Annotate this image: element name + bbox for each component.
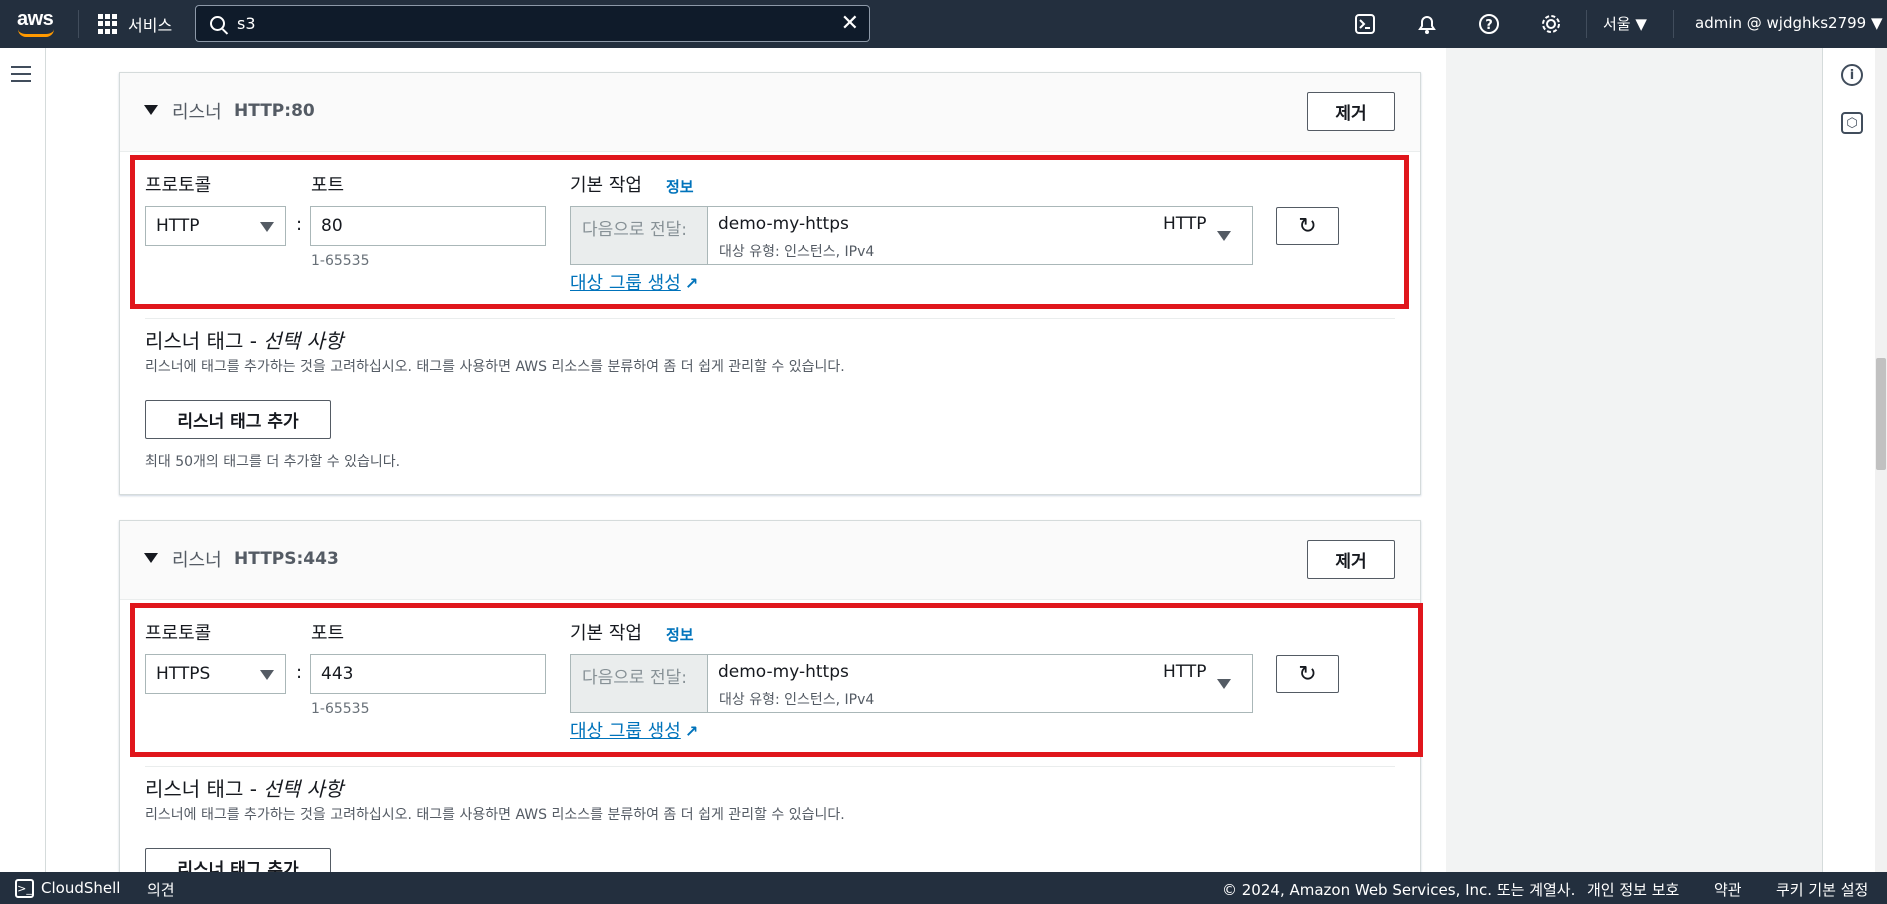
top-navigation: aws 서비스 ✕ ? 서울 ▼ admin @ wjdghks2799 ▼ [0,0,1887,48]
search-icon [210,16,225,31]
listener-heading-label: 리스너 [172,550,222,571]
cloudshell-icon[interactable] [1352,11,1378,37]
bell-icon[interactable] [1414,11,1440,37]
aws-logo[interactable]: aws [17,8,54,31]
tag-limit-hint: 최대 50개의 태그를 더 추가할 수 있습니다. [145,454,401,470]
listener-card-header[interactable]: 리스너 HTTP:80 [120,73,1420,152]
section-divider [145,766,1395,767]
highlight-box [130,155,1409,309]
add-listener-tag-button[interactable]: 리스너 태그 추가 [145,848,331,872]
feedback-link[interactable]: 의견 [147,879,175,900]
nav-divider [78,10,79,38]
section-divider [145,318,1395,319]
aws-logo-smile [18,29,54,37]
privacy-link[interactable]: 개인 정보 보호 [1587,879,1679,900]
account-menu[interactable]: admin @ wjdghks2799 ▼ [1695,14,1883,32]
hexagon-icon[interactable]: ⬡ [1841,112,1863,134]
highlight-box [130,603,1423,757]
listener-heading-value: HTTPS:443 [234,549,339,569]
cloudshell-link[interactable]: CloudShell [41,879,120,897]
collapse-caret-icon[interactable] [144,553,158,563]
remove-listener-button[interactable]: 제거 [1307,92,1395,131]
add-listener-tag-button[interactable]: 리스너 태그 추가 [145,400,331,439]
scrollbar-thumb[interactable] [1876,358,1886,470]
services-menu-button[interactable]: 서비스 [98,12,172,36]
svg-text:?: ? [1485,18,1493,33]
main-content: 리스너 HTTP:80 제거 프로토콜 포트 기본 작업 정보 HTTP : 8… [46,48,1446,872]
hamburger-menu-icon[interactable] [11,66,31,87]
collapse-caret-icon[interactable] [144,105,158,115]
grid-icon [98,14,118,34]
terms-link[interactable]: 약관 [1714,879,1742,900]
services-label: 서비스 [128,16,173,35]
nav-divider [1586,10,1587,38]
listener-tags-title: 리스너 태그 - 선택 사항 [145,777,344,801]
help-icon[interactable]: ? [1476,11,1502,37]
nav-divider [1673,10,1674,38]
clear-search-icon[interactable]: ✕ [841,11,859,36]
listener-tags-title: 리스너 태그 - 선택 사항 [145,329,344,353]
copyright-text: © 2024, Amazon Web Services, Inc. 또는 계열사… [1222,881,1576,899]
cloudshell-icon[interactable]: >_ [15,879,34,898]
listener-card-header[interactable]: 리스너 HTTPS:443 [120,521,1420,600]
search-input[interactable] [237,14,817,33]
listener-heading-value: HTTP:80 [234,101,315,121]
listener-tags-description: 리스너에 태그를 추가하는 것을 고려하십시오. 태그를 사용하면 AWS 리소… [145,807,845,823]
remove-listener-button[interactable]: 제거 [1307,540,1395,579]
left-rail [0,48,46,872]
listener-heading-label: 리스너 [172,102,222,123]
footer: >_ CloudShell 의견 © 2024, Amazon Web Serv… [0,872,1887,904]
gear-icon[interactable] [1538,11,1564,37]
info-panel-icon[interactable]: i [1841,64,1863,86]
search-box[interactable]: ✕ [195,5,870,42]
region-selector[interactable]: 서울 ▼ [1603,13,1647,34]
listener-tags-description: 리스너에 태그를 추가하는 것을 고려하십시오. 태그를 사용하면 AWS 리소… [145,359,845,375]
cookie-preferences-link[interactable]: 쿠키 기본 설정 [1776,879,1868,900]
